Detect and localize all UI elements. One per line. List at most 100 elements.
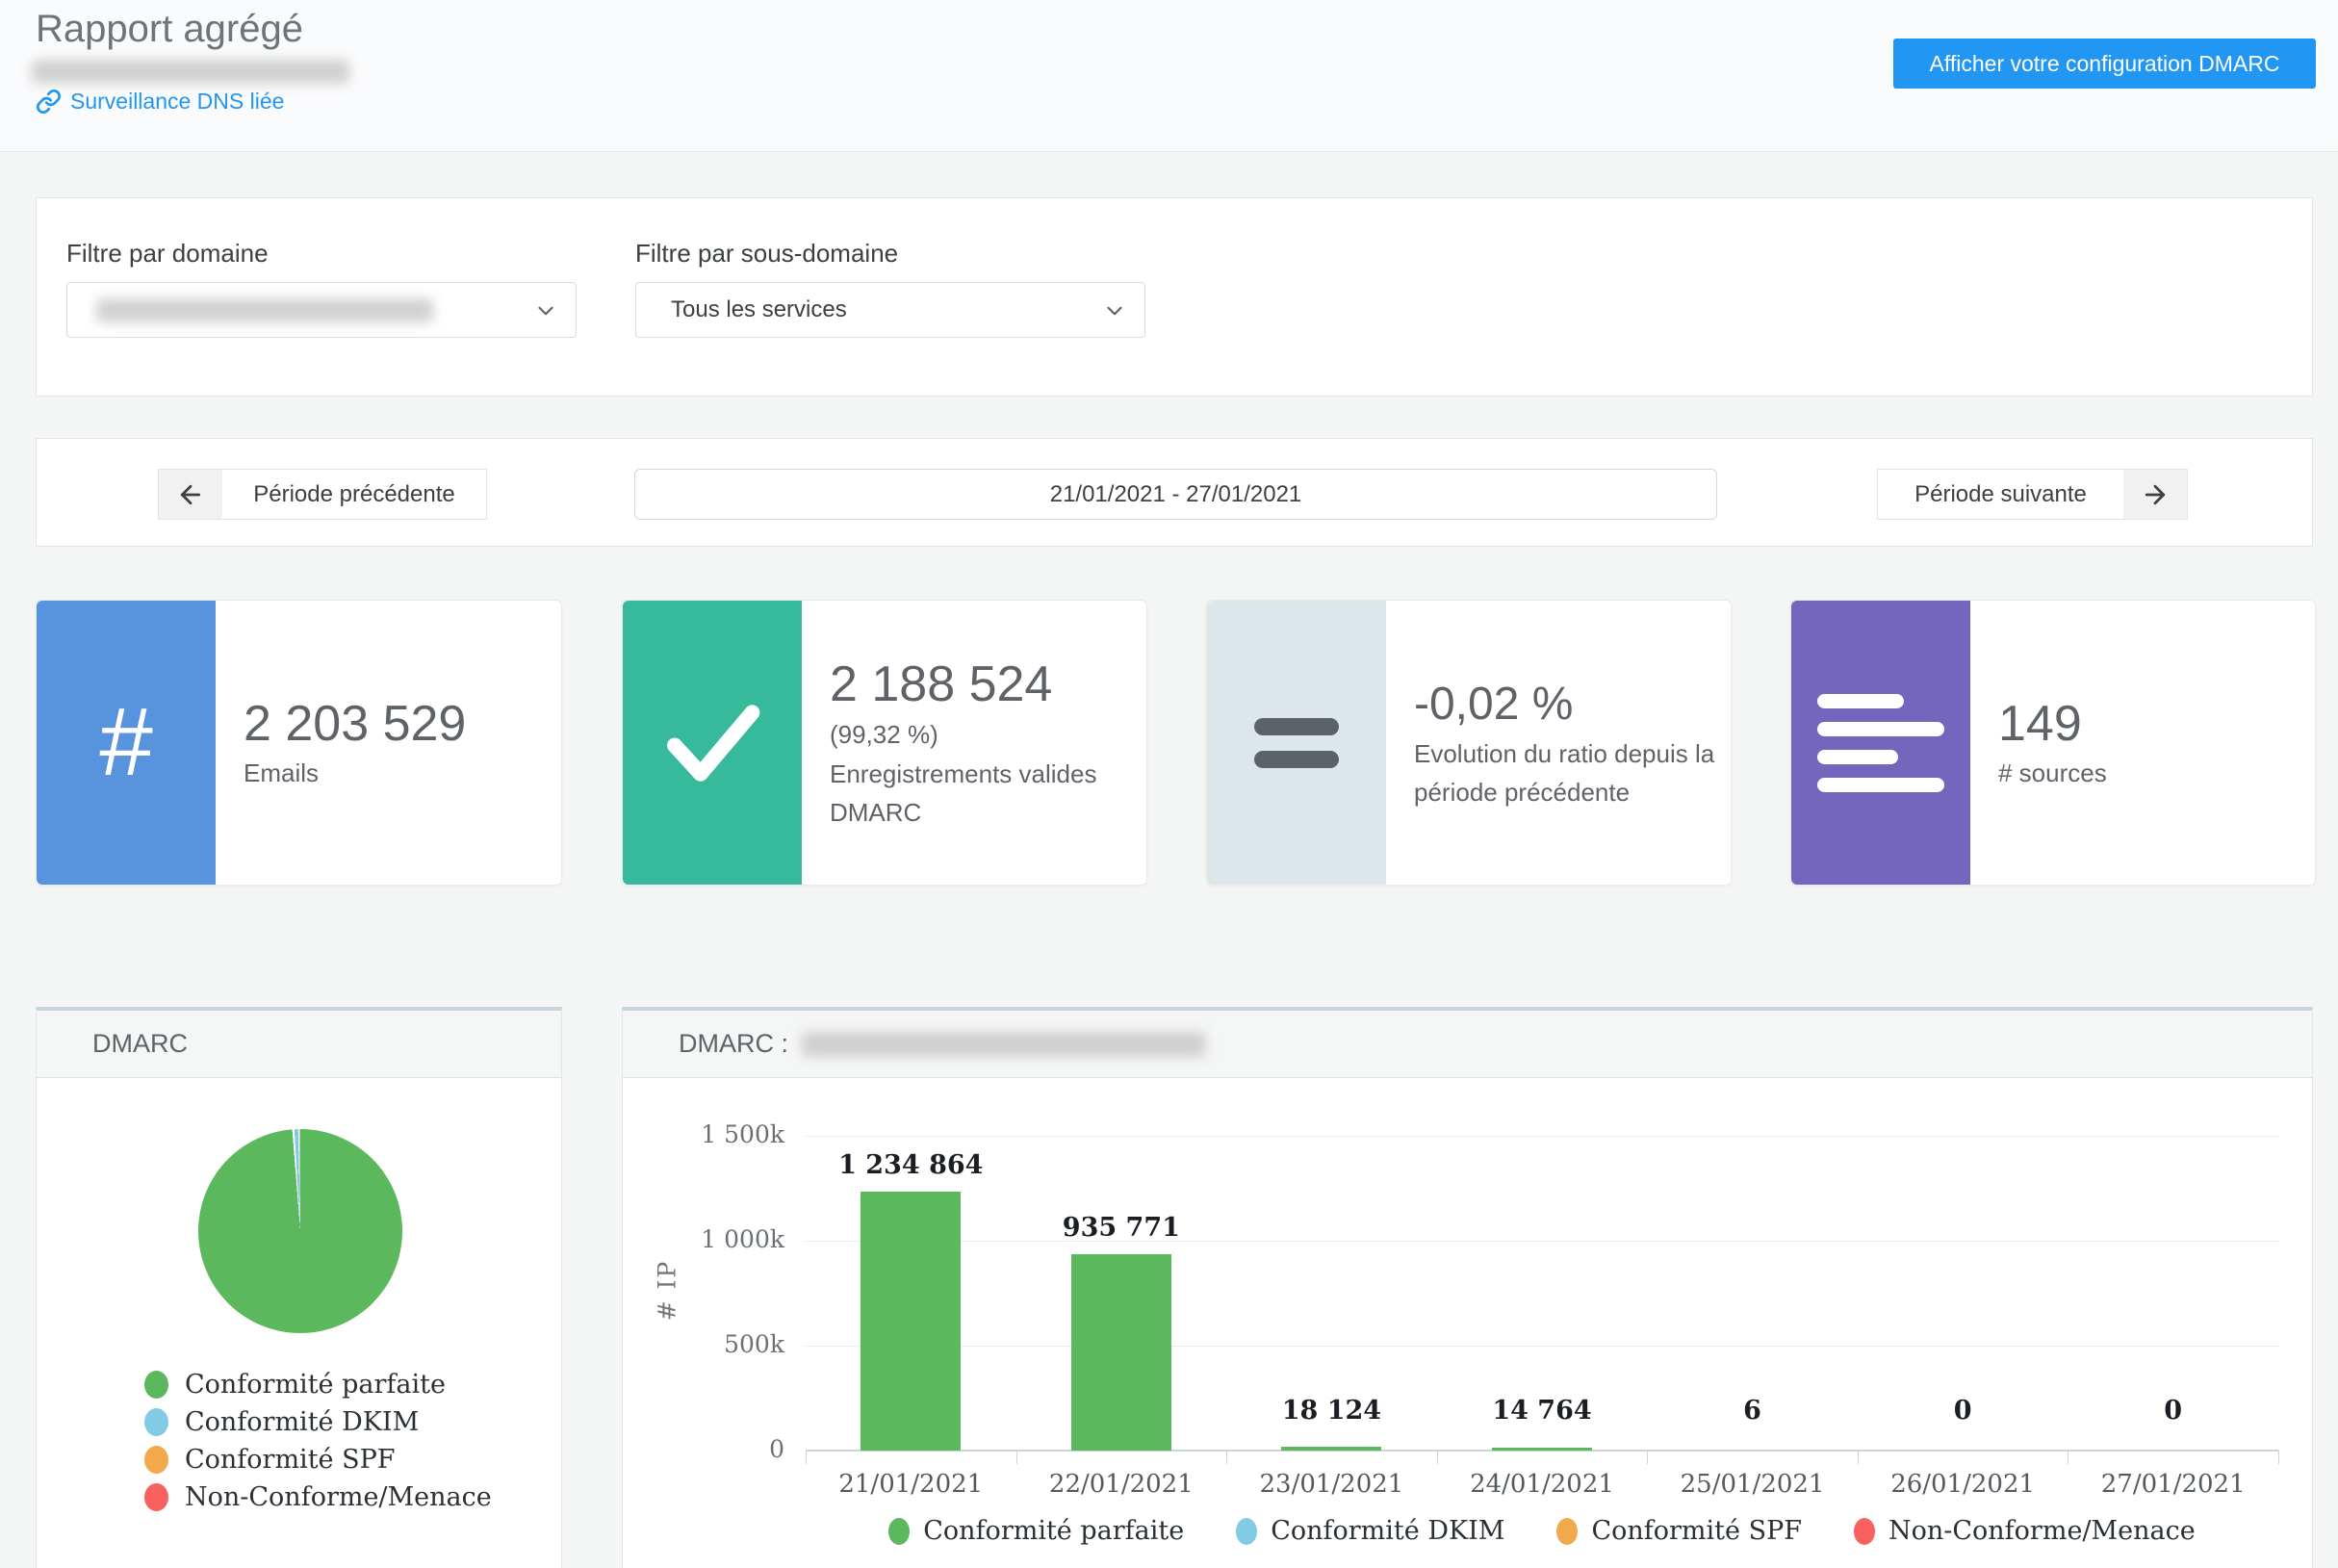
legend-item-1[interactable]: Conformité parfaite (144, 1366, 492, 1403)
legend-label: Non-Conforme/Menace (1888, 1516, 2196, 1546)
previous-period-label: Période précédente (222, 470, 486, 519)
domain-filter-select[interactable] (66, 282, 577, 338)
legend-item-4[interactable]: Non-Conforme/Menace (144, 1478, 492, 1516)
legend-label: Conformité parfaite (923, 1516, 1184, 1546)
pie-legend: Conformité parfaite Conformité DKIM Confor… (144, 1366, 492, 1516)
chevron-down-icon (533, 298, 558, 328)
emails-count: 2 203 529 (244, 694, 547, 754)
date-range-input[interactable]: 21/01/2021 - 27/01/2021 (634, 469, 1717, 520)
legend-marker (144, 1408, 168, 1436)
link-chain-icon (36, 89, 62, 115)
chevron-down-icon (1102, 298, 1127, 328)
valid-label: Enregistrements valides DMARC (830, 755, 1133, 832)
check-icon (623, 601, 802, 885)
bar-panel-title: DMARC : (679, 1029, 788, 1059)
legend-marker (144, 1371, 168, 1399)
x-axis-tick (1016, 1451, 1017, 1464)
bar-value-label: 14 764 (1426, 1395, 1657, 1427)
x-axis-label: 23/01/2021 (1226, 1470, 1436, 1499)
page-title: Rapport agrégé (36, 8, 303, 51)
legend-label: Non-Conforme/Menace (185, 1482, 492, 1512)
bar-chart-area: # IP Conformité parfaiteConformité DKIMC… (623, 1079, 2312, 1568)
dmarc-bar-panel: DMARC : # IP Conformité parfaiteConformi… (622, 1007, 2313, 1568)
y-axis-tick-label: 1 500k (640, 1120, 784, 1148)
bar-23/01/2021 (1281, 1447, 1381, 1451)
x-axis-tick (2278, 1451, 2279, 1464)
legend-item-3[interactable]: Conformité SPF (1556, 1512, 1802, 1550)
next-period-button[interactable]: Période suivante (1877, 469, 2188, 520)
y-axis-tick-label: 0 (640, 1435, 784, 1463)
legend-marker (1854, 1518, 1875, 1545)
bar-value-label: 1 234 864 (795, 1149, 1026, 1182)
arrow-left-icon (159, 470, 222, 519)
legend-label: Conformité SPF (185, 1445, 396, 1475)
pie-panel-title: DMARC (92, 1029, 188, 1059)
x-axis-tick (1437, 1451, 1438, 1464)
bar-value-label: 935 771 (1006, 1212, 1237, 1245)
legend-marker (1236, 1518, 1257, 1545)
list-icon (1791, 601, 1970, 885)
next-period-label: Période suivante (1878, 470, 2123, 519)
legend-marker (144, 1483, 168, 1511)
pie-panel-header: DMARC (37, 1011, 561, 1078)
dns-monitoring-link[interactable]: Surveillance DNS liée (36, 89, 284, 115)
previous-period-button[interactable]: Période précédente (158, 469, 487, 520)
sources-label: # sources (1998, 754, 2301, 792)
subdomain-filter-select[interactable]: Tous les services (635, 282, 1145, 338)
stat-card-sources: 149 # sources (1790, 600, 2316, 886)
domain-filter-label: Filtre par domaine (66, 239, 269, 269)
valid-percentage: (99,32 %) (830, 714, 1133, 755)
period-navigation-panel: Période précédente 21/01/2021 - 27/01/20… (36, 438, 2313, 547)
redacted-domain-title (802, 1032, 1206, 1057)
valid-count: 2 188 524 (830, 655, 1133, 714)
pie-panel-body: Conformité parfaite Conformité DKIM Confor… (37, 1079, 561, 1568)
dmarc-aggregate-report-page: Rapport agrégé Surveillance DNS liée Aff… (0, 0, 2338, 1568)
page-header: Rapport agrégé Surveillance DNS liée Aff… (0, 0, 2338, 152)
x-axis-label: 24/01/2021 (1437, 1470, 1647, 1499)
legend-item-2[interactable]: Conformité DKIM (144, 1403, 492, 1441)
x-axis-tick (1858, 1451, 1859, 1464)
x-axis-tick (1226, 1451, 1227, 1464)
subdomain-filter-value: Tous les services (671, 296, 847, 323)
stat-card-ratio-evolution: -0,02 % Evolution du ratio depuis la pér… (1206, 600, 1732, 886)
bar-value-label: 6 (1637, 1395, 1868, 1427)
bar-panel-header: DMARC : (623, 1011, 2312, 1078)
legend-item-2[interactable]: Conformité DKIM (1236, 1512, 1504, 1550)
x-axis-label: 21/01/2021 (806, 1470, 1015, 1499)
legend-marker (144, 1446, 168, 1474)
evolution-label: Evolution du ratio depuis la période pré… (1414, 734, 1741, 811)
evolution-value: -0,02 % (1414, 675, 1741, 734)
stat-card-valid-dmarc: 2 188 524 (99,32 %) Enregistrements vali… (622, 600, 1147, 886)
show-dmarc-config-button[interactable]: Afficher votre configuration DMARC (1893, 39, 2316, 89)
hash-icon: # (37, 601, 216, 885)
arrow-right-icon (2123, 470, 2187, 519)
y-axis-tick-label: 1 000k (640, 1225, 784, 1253)
legend-item-1[interactable]: Conformité parfaite (888, 1512, 1184, 1550)
gridline (806, 1346, 2278, 1347)
bar-22/01/2021 (1071, 1254, 1171, 1451)
legend-marker (888, 1518, 910, 1545)
equals-icon (1207, 601, 1386, 885)
x-axis-label: 27/01/2021 (2068, 1470, 2278, 1499)
emails-label: Emails (244, 754, 547, 792)
bar-24/01/2021 (1492, 1448, 1592, 1451)
bar-value-label: 0 (1847, 1395, 2078, 1427)
redacted-domain-subtitle (32, 60, 349, 84)
legend-label: Conformité parfaite (185, 1370, 446, 1400)
y-axis-tick-label: 500k (640, 1330, 784, 1358)
bar-value-label: 0 (2058, 1395, 2289, 1427)
x-axis-tick (806, 1451, 807, 1464)
redacted-domain-value (96, 298, 433, 322)
sources-count: 149 (1998, 694, 2301, 754)
x-axis-label: 25/01/2021 (1648, 1470, 1858, 1499)
stat-card-emails: # 2 203 529 Emails (36, 600, 562, 886)
dmarc-pie-panel: DMARC Conformité parfaite Conformité DKIM… (36, 1007, 562, 1568)
legend-item-4[interactable]: Non-Conforme/Menace (1854, 1512, 2196, 1550)
gridline (806, 1136, 2278, 1137)
bar-legend: Conformité parfaite Conformité DKIM Confor… (806, 1512, 2278, 1550)
bar-21/01/2021 (861, 1192, 961, 1451)
dmarc-compliance-pie (198, 1129, 402, 1333)
filters-panel: Filtre par domaine Filtre par sous-domai… (36, 197, 2313, 397)
legend-label: Conformité DKIM (185, 1407, 419, 1437)
legend-item-3[interactable]: Conformité SPF (144, 1441, 492, 1478)
